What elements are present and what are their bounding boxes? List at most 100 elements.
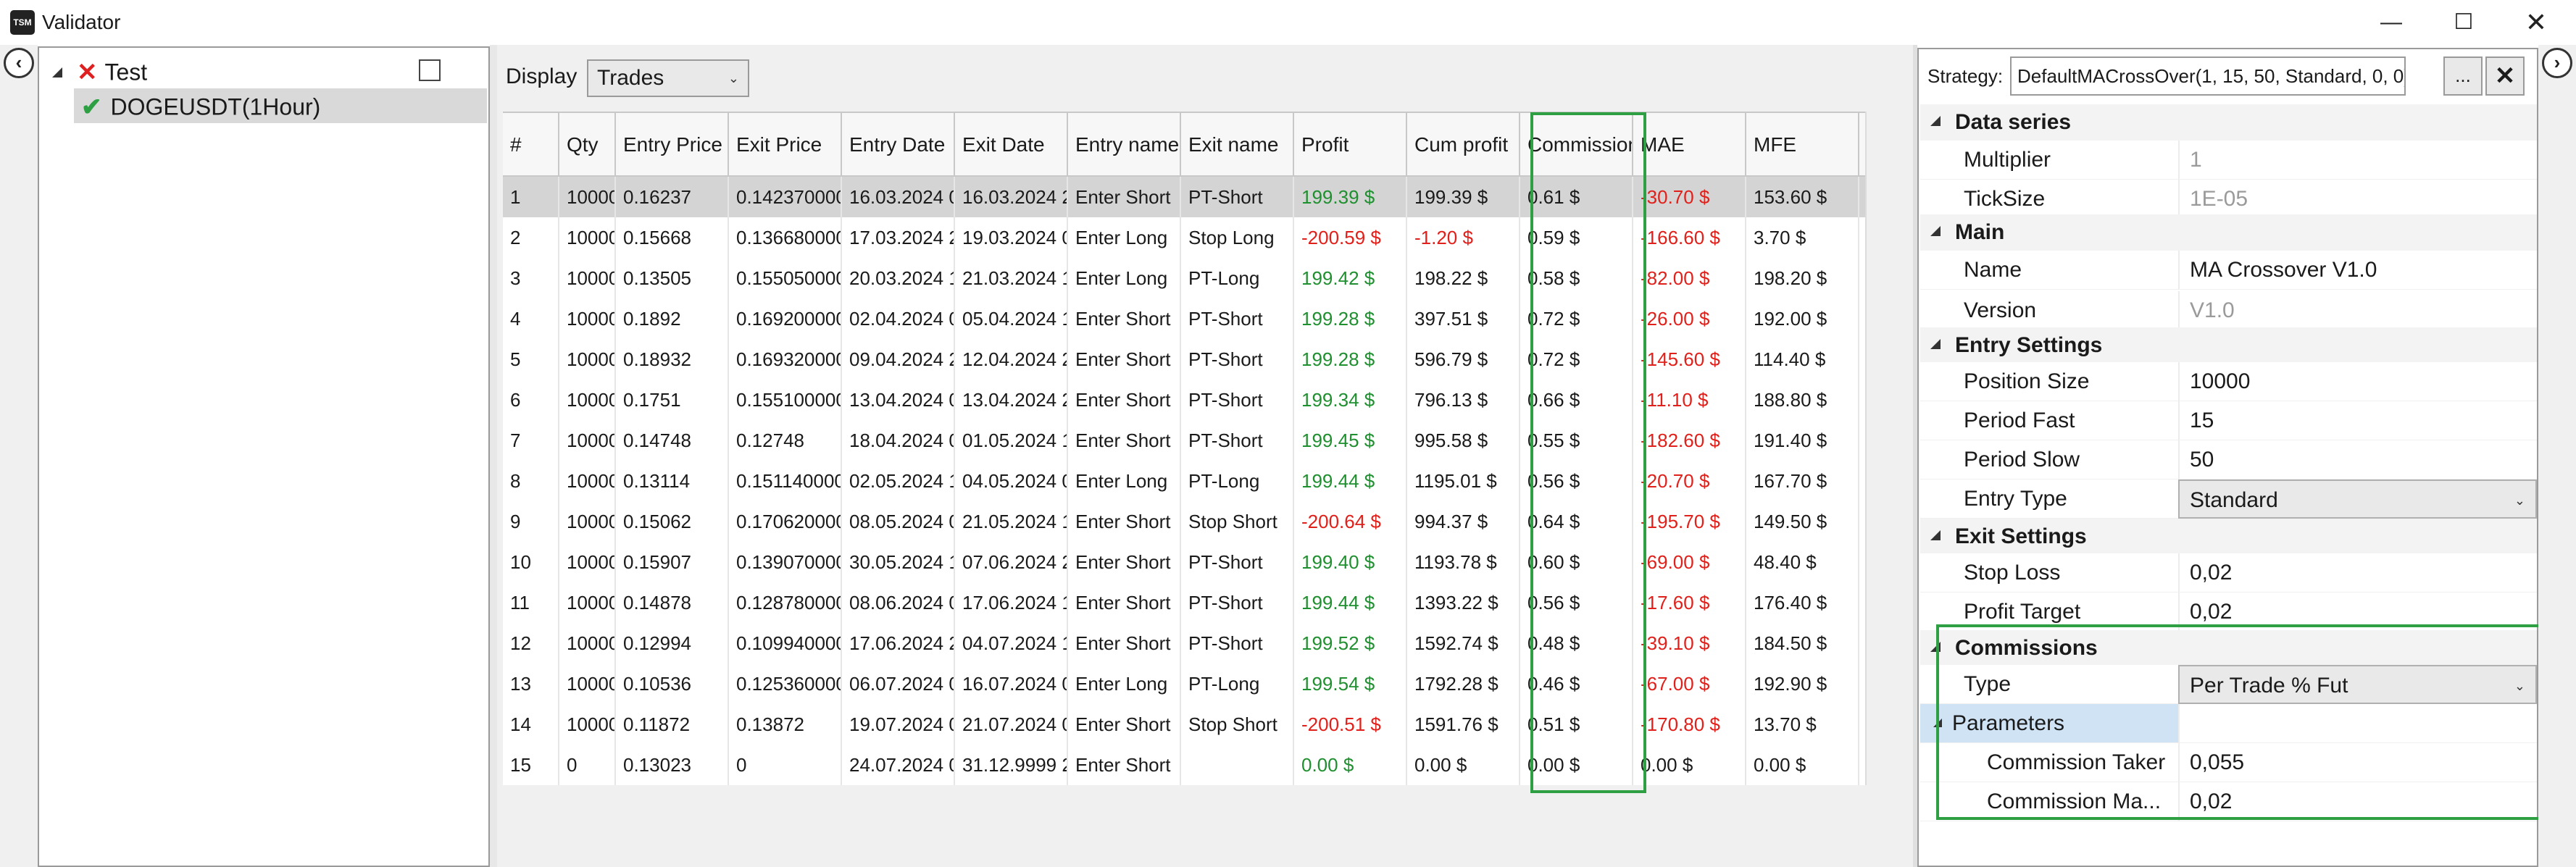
column-header-entry-name[interactable]: Entry name <box>1068 113 1181 177</box>
cell-commission: 0.72 $ <box>1520 339 1633 380</box>
cell-profit: 199.42 $ <box>1294 258 1407 298</box>
cell-exit-name: PT-Long <box>1181 663 1294 704</box>
category-exit-settings[interactable]: Exit Settings <box>1920 519 2537 555</box>
column-header-entry-price[interactable]: Entry Price <box>616 113 729 177</box>
category-commissions[interactable]: Commissions <box>1920 630 2537 666</box>
vertical-scrollbar[interactable] <box>1865 112 1891 785</box>
tree-item-test[interactable]: ✕ Test <box>52 54 147 88</box>
entry-type-value: Standard <box>2190 488 2278 512</box>
table-row[interactable]: 10 10000 0.15907 0.139070000 30.05.2024 1 07.… <box>503 542 1865 582</box>
category-data-series[interactable]: Data series <box>1920 104 2537 141</box>
collapse-right-arrow-icon[interactable]: › <box>2542 48 2572 78</box>
cell-mfe: 198.20 $ <box>1746 258 1859 298</box>
column-header-exit-name[interactable]: Exit name <box>1181 113 1294 177</box>
cell-mfe: 167.70 $ <box>1746 461 1859 501</box>
commission-maker-input[interactable]: 0,02 <box>2178 782 2537 821</box>
collapse-triangle-icon[interactable] <box>1933 719 1942 727</box>
category-main[interactable]: Main <box>1920 214 2537 251</box>
table-row[interactable]: 1 10000 0.16237 0.142370000 16.03.2024 0 16.0… <box>503 177 1865 217</box>
property-stop-loss: Stop Loss 0,02 <box>1920 553 2537 592</box>
collapse-left-arrow-icon[interactable]: ‹ <box>4 48 34 78</box>
cell-cum-profit: 995.58 $ <box>1407 420 1520 461</box>
cell-commission: 0.61 $ <box>1520 177 1633 217</box>
category-label: Entry Settings <box>1955 333 2103 357</box>
column-header-mae[interactable]: MAE <box>1633 113 1746 177</box>
column-header-cum-profit[interactable]: Cum profit <box>1407 113 1520 177</box>
period-fast-input[interactable]: 15 <box>2178 401 2537 440</box>
cell-profit: -200.51 $ <box>1294 704 1407 745</box>
table-row[interactable]: 15 0 0.13023 0 24.07.2024 0 31.12.9999 2 Enter… <box>503 745 1865 785</box>
entry-type-select[interactable]: Standard ⌄ <box>2178 479 2537 519</box>
cell-qty: 10000 <box>559 461 616 501</box>
table-row[interactable]: 4 10000 0.1892 0.169200000 02.04.2024 0 05.04… <box>503 298 1865 339</box>
column-header-index[interactable]: # <box>503 113 559 177</box>
table-row[interactable]: 14 10000 0.11872 0.13872 19.07.2024 0 21.07.2… <box>503 704 1865 745</box>
close-button[interactable]: ✕ <box>2500 0 2572 45</box>
property-value[interactable]: MA Crossover V1.0 <box>2178 251 2537 290</box>
cell-commission: 0.55 $ <box>1520 420 1633 461</box>
period-slow-input[interactable]: 50 <box>2178 440 2537 479</box>
commission-type-select[interactable]: Per Trade % Fut ⌄ <box>2178 665 2537 704</box>
collapse-triangle-icon[interactable] <box>1930 116 1941 126</box>
display-select[interactable]: Trades ⌄ <box>587 59 749 97</box>
category-label: Data series <box>1955 110 2072 134</box>
column-header-commission[interactable]: Commission <box>1520 113 1633 177</box>
table-row[interactable]: 2 10000 0.15668 0.136680000 17.03.2024 2 19.0… <box>503 217 1865 258</box>
table-row[interactable]: 5 10000 0.18932 0.169320000 09.04.2024 2 12.0… <box>503 339 1865 380</box>
maximize-button[interactable]: ☐ <box>2427 0 2500 45</box>
cell-mfe: 3.70 $ <box>1746 217 1859 258</box>
cell-qty: 10000 <box>559 623 616 663</box>
minimize-button[interactable]: — <box>2355 0 2427 45</box>
property-name: Entry Type <box>1920 479 2178 519</box>
column-header-entry-date[interactable]: Entry Date <box>842 113 955 177</box>
cell-entry-price: 0.1892 <box>616 298 729 339</box>
column-header-qty[interactable]: Qty <box>559 113 616 177</box>
cell-entry-date: 16.03.2024 0 <box>842 177 955 217</box>
table-row[interactable]: 7 10000 0.14748 0.12748 18.04.2024 0 01.05.20… <box>503 420 1865 461</box>
cell-entry-price: 0.13505 <box>616 258 729 298</box>
cell-qty: 10000 <box>559 380 616 420</box>
table-row[interactable]: 12 10000 0.12994 0.109940000 17.06.2024 2 04.… <box>503 623 1865 663</box>
table-row[interactable]: 13 10000 0.10536 0.125360000 06.07.2024 0 16.… <box>503 663 1865 704</box>
expand-triangle-icon[interactable] <box>52 67 62 78</box>
left-splitter[interactable] <box>490 45 497 867</box>
column-header-exit-date[interactable]: Exit Date <box>955 113 1068 177</box>
cell-entry-price: 0.18932 <box>616 339 729 380</box>
table-row[interactable]: 8 10000 0.13114 0.151140000 02.05.2024 1 04.0… <box>503 461 1865 501</box>
stop-loss-input[interactable]: 0,02 <box>2178 553 2537 592</box>
strategy-field[interactable]: DefaultMACrossOver(1, 15, 50, Standard, … <box>2010 56 2406 96</box>
column-header-mfe[interactable]: MFE <box>1746 113 1859 177</box>
table-row[interactable]: 3 10000 0.13505 0.155050000 20.03.2024 1 21.0… <box>503 258 1865 298</box>
property-name[interactable]: Parameters <box>1920 704 2178 743</box>
category-entry-settings[interactable]: Entry Settings <box>1920 327 2537 364</box>
cell-mae: -145.60 $ <box>1633 339 1746 380</box>
collapse-triangle-icon[interactable] <box>1930 530 1941 540</box>
category-label: Exit Settings <box>1955 524 2087 548</box>
strategy-browse-button[interactable]: ... <box>2443 56 2483 96</box>
column-header-profit[interactable]: Profit <box>1294 113 1407 177</box>
cell-entry-date: 17.03.2024 2 <box>842 217 955 258</box>
cell-index: 1 <box>503 177 559 217</box>
property-name: Stop Loss <box>1920 553 2178 592</box>
position-size-input[interactable]: 10000 <box>2178 362 2537 401</box>
failed-x-icon: ✕ <box>77 58 98 86</box>
tree-item-dogeusdt[interactable]: ✔ DOGEUSDT(1Hour) <box>74 88 487 123</box>
strategy-clear-button[interactable]: ✕ <box>2485 56 2525 96</box>
table-row[interactable]: 9 10000 0.15062 0.170620000 08.05.2024 0 21.0… <box>503 501 1865 542</box>
property-parameters[interactable]: Parameters <box>1920 704 2537 743</box>
cell-mae: -17.60 $ <box>1633 582 1746 623</box>
cell-entry-name: Enter Short <box>1068 380 1181 420</box>
collapse-triangle-icon[interactable] <box>1930 339 1941 349</box>
table-row[interactable]: 6 10000 0.1751 0.155100000 13.04.2024 0 13.04… <box>503 380 1865 420</box>
profit-target-input[interactable]: 0,02 <box>2178 592 2537 632</box>
commission-taker-input[interactable]: 0,055 <box>2178 743 2537 782</box>
table-row[interactable]: 11 10000 0.14878 0.128780000 08.06.2024 0 17.… <box>503 582 1865 623</box>
cell-mfe: 153.60 $ <box>1746 177 1859 217</box>
test-checkbox[interactable] <box>419 59 441 81</box>
collapse-triangle-icon[interactable] <box>1930 226 1941 236</box>
cell-entry-name: Enter Long <box>1068 217 1181 258</box>
cell-profit: 199.45 $ <box>1294 420 1407 461</box>
cell-mae: -20.70 $ <box>1633 461 1746 501</box>
column-header-exit-price[interactable]: Exit Price <box>729 113 842 177</box>
collapse-triangle-icon[interactable] <box>1930 642 1941 652</box>
